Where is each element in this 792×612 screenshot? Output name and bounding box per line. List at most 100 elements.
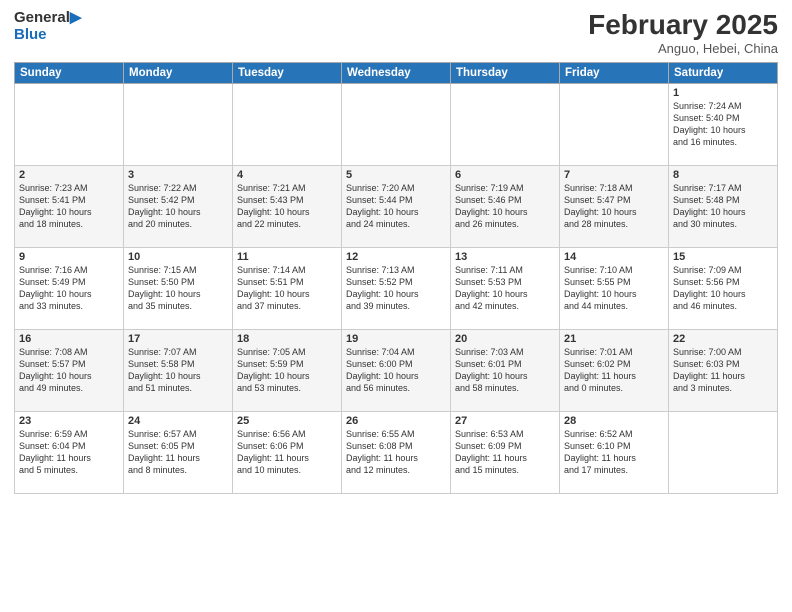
day-number: 27 [455,415,555,427]
calendar-cell: 2Sunrise: 7:23 AM Sunset: 5:41 PM Daylig… [15,165,124,247]
calendar-cell [451,83,560,165]
day-info: Sunrise: 7:18 AM Sunset: 5:47 PM Dayligh… [564,182,664,231]
day-info: Sunrise: 7:05 AM Sunset: 5:59 PM Dayligh… [237,346,337,395]
col-tuesday: Tuesday [233,62,342,83]
calendar-cell: 13Sunrise: 7:11 AM Sunset: 5:53 PM Dayli… [451,247,560,329]
day-info: Sunrise: 7:24 AM Sunset: 5:40 PM Dayligh… [673,100,773,149]
logo-text: General▶ [14,10,81,27]
day-number: 16 [19,333,119,345]
day-info: Sunrise: 7:15 AM Sunset: 5:50 PM Dayligh… [128,264,228,313]
calendar-cell: 24Sunrise: 6:57 AM Sunset: 6:05 PM Dayli… [124,411,233,493]
calendar-cell: 21Sunrise: 7:01 AM Sunset: 6:02 PM Dayli… [560,329,669,411]
logo: General▶ Blue [14,10,81,43]
day-info: Sunrise: 6:56 AM Sunset: 6:06 PM Dayligh… [237,428,337,477]
day-info: Sunrise: 7:20 AM Sunset: 5:44 PM Dayligh… [346,182,446,231]
day-number: 15 [673,251,773,263]
calendar-table: Sunday Monday Tuesday Wednesday Thursday… [14,62,778,494]
day-number: 22 [673,333,773,345]
location-subtitle: Anguo, Hebei, China [588,41,778,56]
logo-text2: Blue [14,27,81,44]
day-info: Sunrise: 7:16 AM Sunset: 5:49 PM Dayligh… [19,264,119,313]
day-number: 6 [455,169,555,181]
calendar-cell: 23Sunrise: 6:59 AM Sunset: 6:04 PM Dayli… [15,411,124,493]
calendar-cell [342,83,451,165]
day-number: 1 [673,87,773,99]
day-number: 14 [564,251,664,263]
calendar-cell: 3Sunrise: 7:22 AM Sunset: 5:42 PM Daylig… [124,165,233,247]
day-number: 26 [346,415,446,427]
day-info: Sunrise: 7:08 AM Sunset: 5:57 PM Dayligh… [19,346,119,395]
calendar-cell: 16Sunrise: 7:08 AM Sunset: 5:57 PM Dayli… [15,329,124,411]
calendar-cell: 25Sunrise: 6:56 AM Sunset: 6:06 PM Dayli… [233,411,342,493]
day-info: Sunrise: 7:01 AM Sunset: 6:02 PM Dayligh… [564,346,664,395]
col-wednesday: Wednesday [342,62,451,83]
calendar-cell: 20Sunrise: 7:03 AM Sunset: 6:01 PM Dayli… [451,329,560,411]
calendar-cell [15,83,124,165]
day-info: Sunrise: 6:52 AM Sunset: 6:10 PM Dayligh… [564,428,664,477]
day-number: 10 [128,251,228,263]
day-info: Sunrise: 7:03 AM Sunset: 6:01 PM Dayligh… [455,346,555,395]
calendar-cell: 7Sunrise: 7:18 AM Sunset: 5:47 PM Daylig… [560,165,669,247]
calendar-cell [233,83,342,165]
day-number: 7 [564,169,664,181]
calendar-cell [124,83,233,165]
calendar-cell: 18Sunrise: 7:05 AM Sunset: 5:59 PM Dayli… [233,329,342,411]
day-info: Sunrise: 7:11 AM Sunset: 5:53 PM Dayligh… [455,264,555,313]
col-saturday: Saturday [669,62,778,83]
day-number: 20 [455,333,555,345]
day-info: Sunrise: 7:21 AM Sunset: 5:43 PM Dayligh… [237,182,337,231]
day-info: Sunrise: 6:55 AM Sunset: 6:08 PM Dayligh… [346,428,446,477]
day-info: Sunrise: 6:59 AM Sunset: 6:04 PM Dayligh… [19,428,119,477]
header: General▶ Blue February 2025 Anguo, Hebei… [14,10,778,56]
day-number: 17 [128,333,228,345]
day-info: Sunrise: 7:14 AM Sunset: 5:51 PM Dayligh… [237,264,337,313]
day-number: 11 [237,251,337,263]
day-number: 19 [346,333,446,345]
day-info: Sunrise: 7:00 AM Sunset: 6:03 PM Dayligh… [673,346,773,395]
day-number: 25 [237,415,337,427]
calendar-cell: 8Sunrise: 7:17 AM Sunset: 5:48 PM Daylig… [669,165,778,247]
day-number: 13 [455,251,555,263]
day-info: Sunrise: 6:57 AM Sunset: 6:05 PM Dayligh… [128,428,228,477]
day-number: 18 [237,333,337,345]
day-info: Sunrise: 7:09 AM Sunset: 5:56 PM Dayligh… [673,264,773,313]
day-number: 2 [19,169,119,181]
calendar-cell: 11Sunrise: 7:14 AM Sunset: 5:51 PM Dayli… [233,247,342,329]
day-number: 9 [19,251,119,263]
calendar-cell: 5Sunrise: 7:20 AM Sunset: 5:44 PM Daylig… [342,165,451,247]
col-monday: Monday [124,62,233,83]
calendar-cell: 12Sunrise: 7:13 AM Sunset: 5:52 PM Dayli… [342,247,451,329]
calendar-cell: 9Sunrise: 7:16 AM Sunset: 5:49 PM Daylig… [15,247,124,329]
day-number: 28 [564,415,664,427]
day-number: 8 [673,169,773,181]
calendar-cell: 14Sunrise: 7:10 AM Sunset: 5:55 PM Dayli… [560,247,669,329]
day-number: 4 [237,169,337,181]
day-number: 12 [346,251,446,263]
day-info: Sunrise: 7:07 AM Sunset: 5:58 PM Dayligh… [128,346,228,395]
calendar-cell: 6Sunrise: 7:19 AM Sunset: 5:46 PM Daylig… [451,165,560,247]
day-info: Sunrise: 6:53 AM Sunset: 6:09 PM Dayligh… [455,428,555,477]
title-block: February 2025 Anguo, Hebei, China [588,10,778,56]
calendar-cell: 1Sunrise: 7:24 AM Sunset: 5:40 PM Daylig… [669,83,778,165]
col-friday: Friday [560,62,669,83]
page: General▶ Blue February 2025 Anguo, Hebei… [0,0,792,612]
day-number: 24 [128,415,228,427]
calendar-cell: 15Sunrise: 7:09 AM Sunset: 5:56 PM Dayli… [669,247,778,329]
day-info: Sunrise: 7:23 AM Sunset: 5:41 PM Dayligh… [19,182,119,231]
col-thursday: Thursday [451,62,560,83]
calendar-cell: 28Sunrise: 6:52 AM Sunset: 6:10 PM Dayli… [560,411,669,493]
month-title: February 2025 [588,10,778,41]
day-info: Sunrise: 7:04 AM Sunset: 6:00 PM Dayligh… [346,346,446,395]
calendar-cell: 27Sunrise: 6:53 AM Sunset: 6:09 PM Dayli… [451,411,560,493]
day-number: 21 [564,333,664,345]
calendar-cell: 22Sunrise: 7:00 AM Sunset: 6:03 PM Dayli… [669,329,778,411]
day-number: 5 [346,169,446,181]
calendar-cell: 17Sunrise: 7:07 AM Sunset: 5:58 PM Dayli… [124,329,233,411]
day-number: 3 [128,169,228,181]
day-info: Sunrise: 7:19 AM Sunset: 5:46 PM Dayligh… [455,182,555,231]
day-number: 23 [19,415,119,427]
col-sunday: Sunday [15,62,124,83]
day-info: Sunrise: 7:13 AM Sunset: 5:52 PM Dayligh… [346,264,446,313]
day-info: Sunrise: 7:10 AM Sunset: 5:55 PM Dayligh… [564,264,664,313]
day-info: Sunrise: 7:22 AM Sunset: 5:42 PM Dayligh… [128,182,228,231]
